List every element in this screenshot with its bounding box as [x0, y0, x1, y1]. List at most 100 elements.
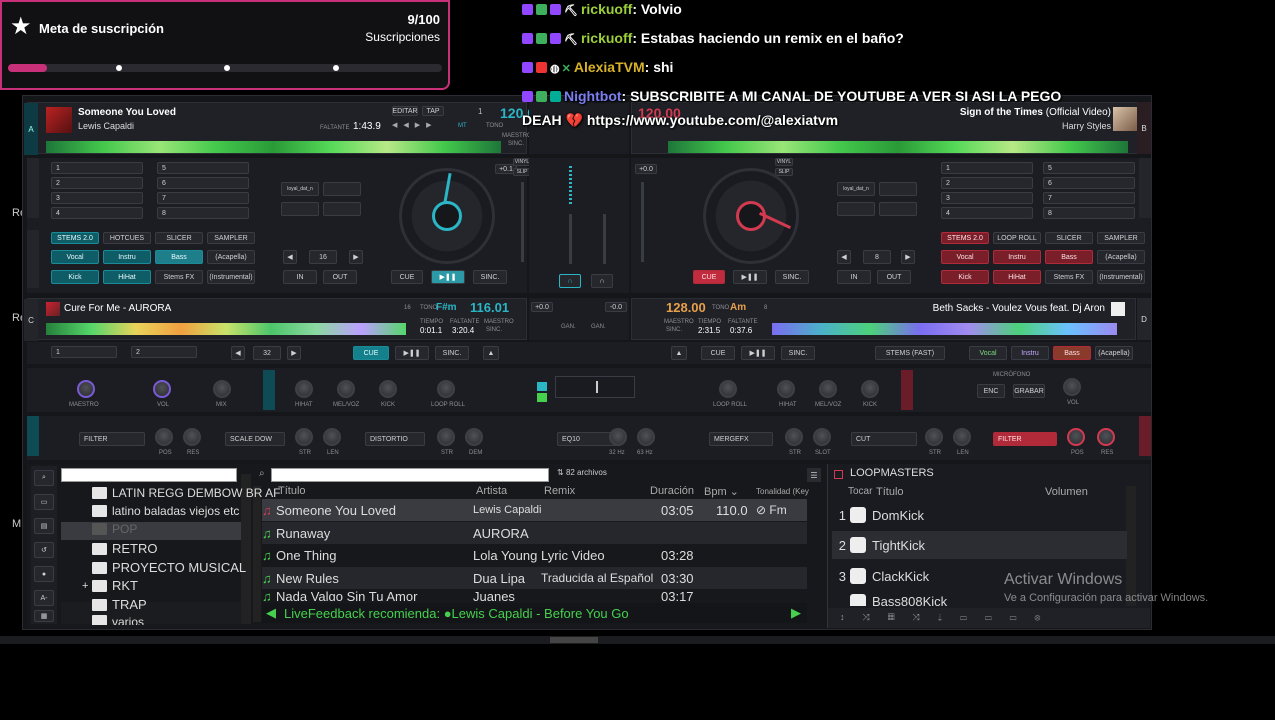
grid-icon[interactable]: ▦ — [34, 610, 54, 622]
fx-str2-knob[interactable] — [437, 428, 455, 446]
lm-item-1[interactable]: 1 DomKick — [832, 501, 1127, 529]
loop-roll-a-knob[interactable] — [437, 380, 455, 398]
loop-roll-b-tab[interactable]: LOOP ROLL — [993, 232, 1041, 244]
stem-b-acapella[interactable]: (Acapella) — [1097, 250, 1145, 264]
vol-knob[interactable] — [153, 380, 171, 398]
pad-c-2[interactable]: 2 — [131, 346, 197, 358]
hihat-b-knob[interactable] — [777, 380, 795, 398]
track-row-1[interactable]: ♫ Someone You Loved Lewis Capaldi 03:05 … — [262, 499, 807, 521]
sample-b-slot-4[interactable] — [879, 202, 917, 216]
melvoz-b-knob[interactable] — [819, 380, 837, 398]
jog-wheel-a[interactable] — [399, 168, 495, 264]
track-row-3[interactable]: ♫ One Thing Lola Young Lyric Video 03:28 — [262, 544, 807, 566]
maestro-knob[interactable] — [77, 380, 95, 398]
sample-a-slot-2[interactable] — [323, 182, 361, 196]
pad-a-3[interactable]: 3 — [51, 192, 143, 204]
deck-a-side-tab[interactable] — [27, 158, 39, 218]
cue-c-button[interactable]: CUE — [353, 346, 389, 360]
drum-icon-3[interactable] — [850, 568, 866, 584]
col-duracion[interactable]: Duración — [650, 485, 694, 497]
bottom-scroll-track[interactable] — [0, 636, 1275, 644]
font-size-icon[interactable]: A- — [34, 590, 54, 606]
deck-c-gain[interactable]: +0.0 — [531, 302, 553, 312]
expand-icon[interactable]: + — [82, 580, 88, 592]
fx-res-b-knob[interactable] — [1097, 428, 1115, 446]
folder-item-2[interactable]: latino baladas viejos etc — [92, 504, 239, 518]
deck-c-letter[interactable]: C — [24, 299, 38, 341]
track-row-2[interactable]: ♫ Runaway AURORA — [262, 522, 807, 544]
fx-filter-select[interactable]: FILTER — [79, 432, 145, 446]
fx-res-knob[interactable] — [183, 428, 201, 446]
kick-a-knob[interactable] — [379, 380, 397, 398]
pad-b-1[interactable]: 1 — [941, 162, 1033, 174]
tap-button[interactable]: TAP — [422, 106, 444, 116]
sampler-a-tab[interactable]: SAMPLER — [207, 232, 255, 244]
fx-len2-knob[interactable] — [953, 428, 971, 446]
folder-item-8[interactable]: varios — [92, 615, 144, 625]
stem-b-instru[interactable]: Instru — [993, 250, 1041, 264]
slicer-b-tab[interactable]: SLICER — [1045, 232, 1093, 244]
headphone-a-icon[interactable]: ∩ — [559, 274, 581, 288]
deck-a-stems-tab[interactable] — [27, 230, 39, 288]
loop-a-in[interactable]: IN — [283, 270, 317, 284]
list-search-input[interactable] — [271, 468, 549, 482]
deck-a-mt[interactable]: MT — [458, 123, 467, 129]
fx-scale-select[interactable]: SCALE DOW — [225, 432, 285, 446]
deck-d-letter[interactable]: D — [1137, 298, 1151, 340]
loop-b-prev[interactable]: ◀ — [837, 250, 851, 264]
hihat-a-knob[interactable] — [295, 380, 313, 398]
loop-a-next[interactable]: ▶ — [349, 250, 363, 264]
sample-a-slot-4[interactable] — [281, 202, 319, 216]
deck-a-letter[interactable]: A — [24, 103, 38, 155]
kick-b-knob[interactable] — [861, 380, 879, 398]
folder-item-5[interactable]: PROYECTO MUSICAL — [92, 560, 246, 575]
pad-a-2[interactable]: 2 — [51, 177, 143, 189]
folder-icon[interactable]: ▭ — [34, 494, 54, 510]
col-tonalidad[interactable]: Tonalidad (Key — [756, 487, 809, 496]
stem-a-hihat[interactable]: HiHat — [103, 270, 151, 284]
fx-str4-knob[interactable] — [925, 428, 943, 446]
sync-a-button[interactable]: SINC. — [473, 270, 507, 284]
fx-str-knob[interactable] — [295, 428, 313, 446]
play-b-button[interactable]: ▶❚❚ — [733, 270, 767, 284]
melvoz-a-knob[interactable] — [337, 380, 355, 398]
volume-fader-b[interactable] — [603, 214, 606, 264]
sampler-b-tab[interactable]: SAMPLER — [1097, 232, 1145, 244]
jog-wheel-b[interactable] — [703, 168, 799, 264]
fx-pos-knob[interactable] — [155, 428, 173, 446]
pad-a-5[interactable]: 5 — [157, 162, 249, 174]
track-row-5[interactable]: ♫ Nada Valgo Sin Tu Amor Juanes 03:17 — [262, 589, 807, 601]
stem-b-vocal[interactable]: Vocal — [941, 250, 989, 264]
stem-d-instru[interactable]: Instru — [1011, 346, 1049, 360]
playlist-icon[interactable]: ▤ — [34, 518, 54, 534]
search-icon[interactable]: ⌕ — [34, 470, 54, 486]
pad-c-1[interactable]: 1 — [51, 346, 117, 358]
pad-a-4[interactable]: 4 — [51, 207, 143, 219]
fx-distortion-select[interactable]: DISTORTIO — [365, 432, 425, 446]
livefeedback-right-arrow[interactable]: ▶ — [791, 605, 801, 621]
mic-vol-knob[interactable] — [1063, 378, 1081, 396]
pad-b-4[interactable]: 4 — [941, 207, 1033, 219]
deck-c-waveform[interactable] — [46, 323, 406, 335]
pad-b-5[interactable]: 5 — [1043, 162, 1135, 174]
deck-b-fx-tab[interactable] — [901, 370, 913, 410]
stem-b-instrumental[interactable]: (Instrumental) — [1097, 270, 1145, 284]
sample-a-slot[interactable]: loyal_dat_n — [281, 182, 319, 196]
drum-icon-1[interactable] — [850, 507, 866, 523]
fx-b-tab[interactable] — [1139, 416, 1151, 456]
folder-search-input[interactable] — [61, 468, 237, 482]
loopmasters-toolbar-icons[interactable]: ↕⤨▦⤨⇣▭▭▭⊗ — [840, 612, 1058, 623]
stems-mode-select[interactable]: STEMS (FAST) — [875, 346, 945, 360]
livefeedback-left-arrow[interactable]: ◀ — [266, 605, 276, 621]
loop-c-next[interactable]: ▶ — [287, 346, 301, 360]
fx-dem-knob[interactable] — [465, 428, 483, 446]
col-bpm[interactable]: Bpm ⌄ — [704, 485, 739, 498]
col-titulo[interactable]: Título — [278, 485, 306, 497]
crossfader[interactable] — [555, 376, 635, 398]
fx-cut-select[interactable]: CUT — [851, 432, 917, 446]
eject-c-icon[interactable]: ▲ — [483, 346, 499, 360]
sample-b-slot-3[interactable] — [837, 202, 875, 216]
loop-a-out[interactable]: OUT — [323, 270, 357, 284]
slicer-a-tab[interactable]: SLICER — [155, 232, 203, 244]
loop-roll-b-knob[interactable] — [719, 380, 737, 398]
